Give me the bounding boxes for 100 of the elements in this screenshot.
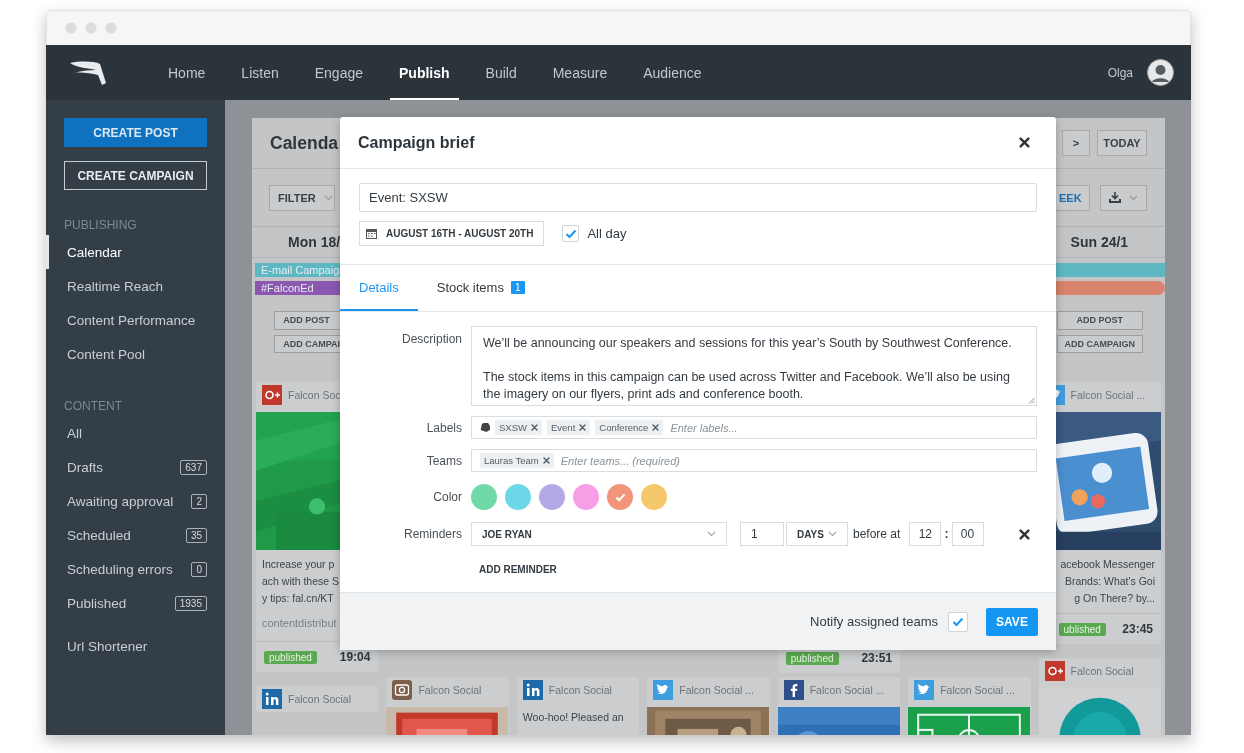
check-icon — [614, 492, 626, 502]
facebook-icon — [783, 680, 804, 700]
field-label: Color — [432, 490, 462, 504]
caret-icon — [707, 531, 716, 537]
post-time: 23:51 — [861, 651, 893, 665]
create-button[interactable]: CREATE CAMPAIGN — [64, 161, 207, 190]
post-text: Woo-hoo! Pleased an — [521, 710, 625, 725]
download-icon — [1109, 192, 1121, 203]
sidebar-item[interactable]: Awaiting approval 2 — [46, 484, 225, 518]
unit-dropdown[interactable]: DAYS — [786, 522, 848, 546]
sidebar-item[interactable]: Realtime Reach — [46, 269, 225, 303]
item-label: Awaiting approval — [67, 493, 175, 509]
nav-tab[interactable]: Engage — [305, 45, 372, 100]
page-title: Calenda — [270, 132, 339, 154]
avatar-icon — [1147, 59, 1174, 86]
nav-tab[interactable]: Audience — [634, 45, 711, 100]
post-card[interactable]: Falcon Social Woo-hoo! Pleased an — [516, 677, 640, 735]
item-label: Published — [67, 595, 128, 611]
name-field[interactable]: Event: SXSW — [359, 183, 1037, 212]
remove-icon — [542, 457, 550, 464]
falcon-logo-icon — [70, 60, 106, 85]
camera-icon — [392, 680, 413, 700]
remove-icon — [579, 424, 587, 431]
status-badge: ublished — [1058, 622, 1106, 636]
sidebar-item[interactable]: Content Performance — [46, 303, 225, 337]
count-badge: 1 — [510, 280, 525, 294]
checkbox-label: Notify assigned teams — [810, 614, 938, 629]
amount-field[interactable]: 1 — [740, 522, 784, 546]
calendar-icon — [366, 228, 377, 239]
add-button[interactable]: ADD POST — [1056, 311, 1143, 330]
today-button[interactable]: TODAY — [1097, 130, 1147, 156]
create-button[interactable]: CREATE POST — [64, 118, 207, 147]
checkbox[interactable] — [562, 225, 580, 242]
download-button[interactable] — [1100, 184, 1147, 211]
tab[interactable]: Stock items 1 — [417, 265, 544, 311]
field-label: Labels — [425, 420, 462, 435]
nav-tab[interactable]: Home — [159, 45, 215, 100]
filter-dropdown[interactable]: FILTER — [269, 184, 335, 211]
count-badge: 2 — [191, 493, 207, 509]
user-name: Olga — [1107, 65, 1133, 80]
status-badge: published — [785, 651, 839, 665]
color-swatch[interactable] — [505, 484, 531, 510]
color-swatch[interactable] — [539, 484, 565, 510]
color-swatch[interactable] — [471, 484, 497, 510]
chip: Lauras Team — [480, 453, 554, 468]
author-name: Falcon Soc — [288, 389, 341, 401]
labels-field[interactable]: SXSW Event Conference Enter labels... — [471, 416, 1037, 439]
sidebar-item[interactable]: Scheduled 35 — [46, 518, 225, 552]
caret-icon — [1129, 194, 1138, 201]
add-button[interactable]: ADD CAMPAIGN — [1056, 334, 1143, 353]
nav-tab[interactable]: Measure — [543, 45, 617, 100]
resize-grip-icon — [1028, 397, 1035, 404]
item-label: Scheduled — [67, 527, 132, 543]
teams-field[interactable]: Lauras Team Enter teams... (required) — [471, 449, 1037, 472]
sidebar-item[interactable]: Drafts 637 — [46, 450, 225, 484]
date-range-button[interactable]: AUGUST 16TH - AUGUST 20TH — [359, 221, 545, 246]
sidebar-item[interactable]: Url Shortener — [46, 629, 225, 663]
nav-tab[interactable]: Build — [476, 45, 526, 100]
sidebar-item[interactable]: Published 1935 — [46, 586, 225, 620]
field-label: Reminders — [402, 527, 462, 541]
field-label: Teams — [425, 453, 462, 468]
author-name: Falcon Social — [418, 684, 482, 696]
person-dropdown[interactable]: JOE RYAN — [471, 522, 727, 546]
sidebar-item[interactable]: Scheduling errors 0 — [46, 552, 225, 586]
description-field[interactable]: We’ll be announcing our speakers and sessions for this year’s South by Southwest Conference. The stock items in this campaign can be used across Twitter and Facebook. We’ll also be using the imagery on our flyers, print ads and conference booth. — [471, 326, 1037, 406]
teams-input[interactable]: Enter teams... (required) — [558, 453, 1028, 468]
next-button[interactable]: > — [1062, 130, 1090, 156]
color-swatch[interactable] — [573, 484, 599, 510]
labels-input[interactable]: Enter labels... — [668, 420, 1028, 435]
color-swatch[interactable] — [641, 484, 667, 510]
minute-field[interactable]: 00 — [951, 522, 984, 546]
field-label: Description — [400, 331, 462, 346]
check-icon — [952, 616, 964, 627]
reminder-text: before at — [853, 527, 901, 541]
item-label: Drafts — [67, 459, 104, 475]
nav-tab[interactable]: Listen — [232, 45, 288, 100]
gplus-icon — [1044, 661, 1065, 681]
checkbox-label: All day — [587, 226, 627, 241]
count-badge: 35 — [185, 527, 207, 543]
color-swatch[interactable] — [607, 484, 633, 510]
checkbox[interactable] — [948, 611, 968, 632]
chip: SXSW — [495, 420, 542, 435]
author-name: Falcon Social — [548, 684, 612, 696]
post-text: Increase your p ach with these S y tips: fal.cn/KT — [261, 557, 341, 606]
author-name: Falcon Social — [1070, 665, 1134, 677]
sidebar-item[interactable]: All — [46, 416, 225, 450]
post-time: 19:04 — [339, 650, 371, 664]
status-badge: published — [264, 650, 317, 664]
section-heading: PUBLISHING — [64, 217, 138, 234]
count-badge: 1935 — [174, 595, 207, 611]
delete-icon[interactable] — [1019, 528, 1030, 540]
linkedin-icon — [262, 689, 282, 709]
author-name: Falcon Social ... — [1070, 389, 1146, 401]
hour-field[interactable]: 12 — [909, 522, 942, 546]
dialog-title: Campaign brief — [358, 133, 475, 152]
chip: Event — [547, 420, 591, 435]
count-badge: 0 — [191, 561, 207, 577]
close-icon[interactable] — [1019, 137, 1030, 148]
add-reminder-button[interactable]: ADD REMINDER — [471, 556, 565, 575]
sidebar-item[interactable]: Content Pool — [46, 337, 225, 371]
